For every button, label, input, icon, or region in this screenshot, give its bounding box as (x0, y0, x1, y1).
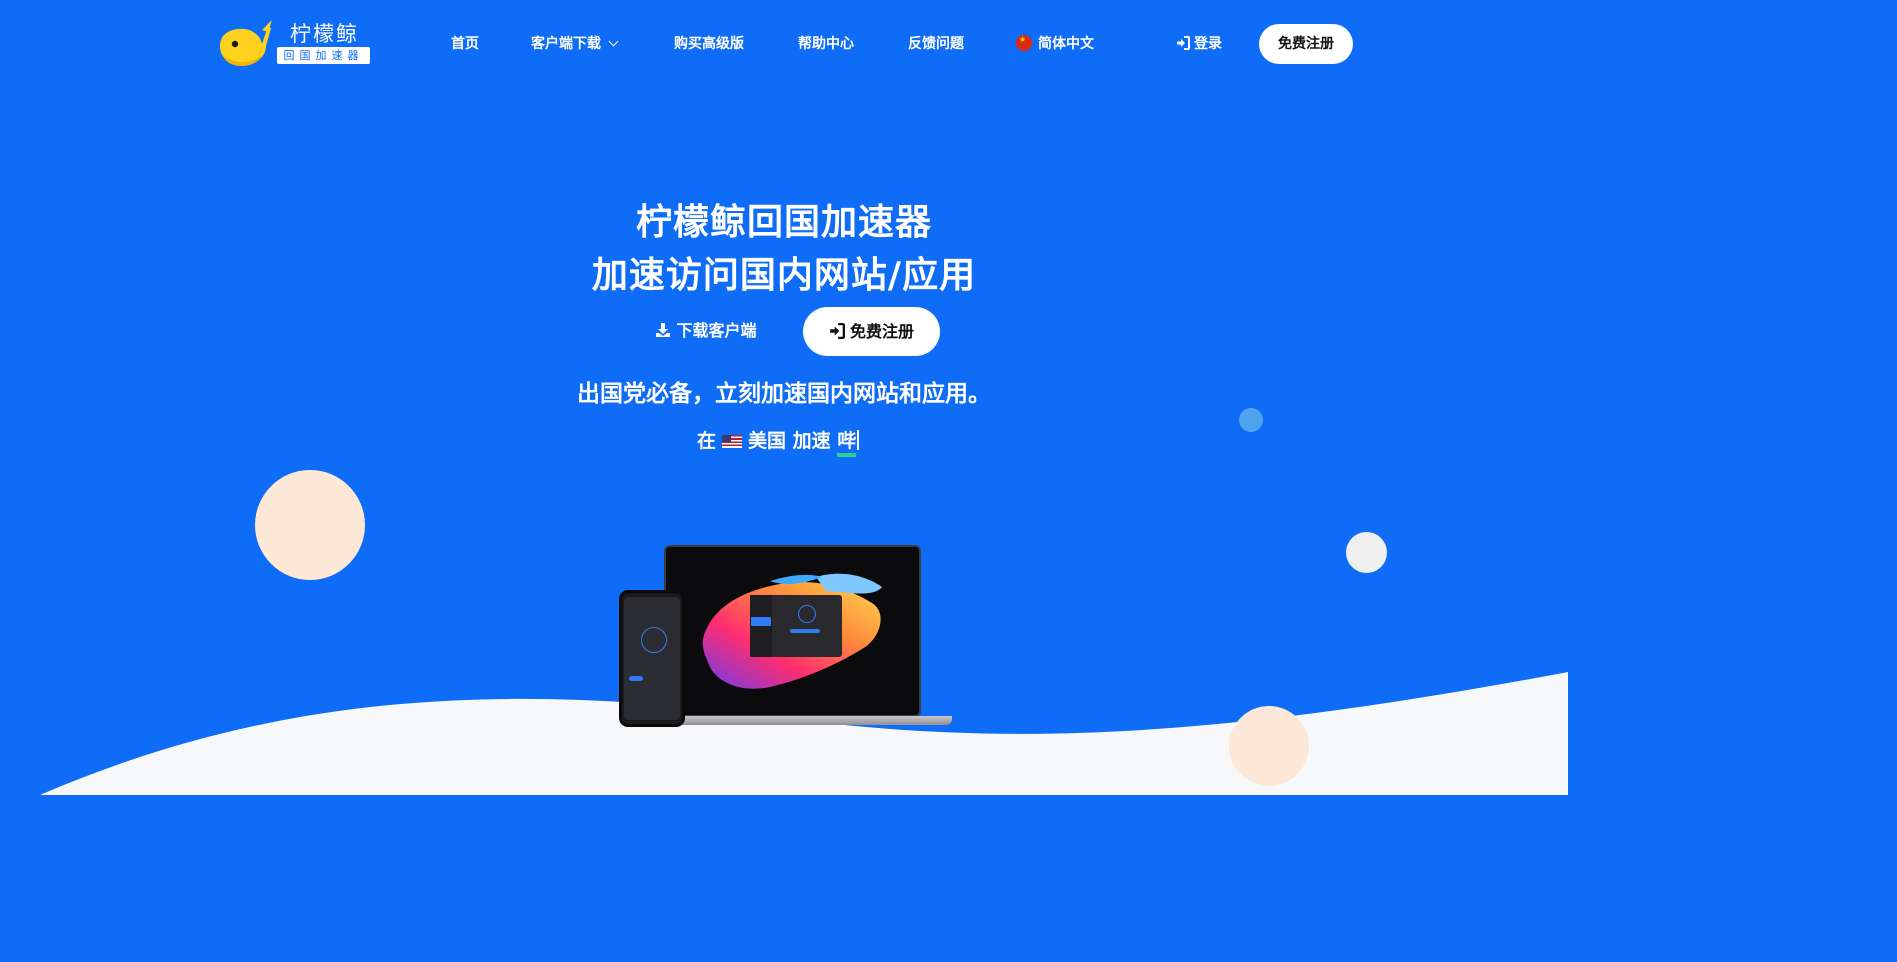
deco-circle-peach-left (255, 470, 365, 580)
nav-help-center[interactable]: 帮助中心 (798, 34, 854, 54)
nav-feedback[interactable]: 反馈问题 (908, 34, 964, 54)
nav-download-label: 客户端下载 (531, 36, 601, 52)
phone-mode-pill (629, 676, 643, 681)
nav-language-label: 简体中文 (1038, 36, 1094, 52)
download-client-button[interactable]: 下载客户端 (645, 316, 767, 346)
hero-title-line1: 柠檬鲸回国加速器 (635, 202, 932, 243)
deco-circle-peach-bottom (1229, 706, 1309, 786)
download-icon (656, 323, 671, 337)
typing-caret (857, 430, 860, 450)
typing-action: 加速 (792, 430, 831, 452)
phone-connect-ring (641, 627, 667, 653)
china-flag-icon (1016, 35, 1032, 51)
typing-line: 在 美国 加速 哔 (697, 426, 860, 457)
nav-download-dropdown[interactable]: 客户端下载 (531, 34, 619, 54)
phone-screen (624, 597, 680, 720)
landing-page: 柠檬鲸 回国加速器 首页 客户端下载 购买高级版 帮助中心 反馈问题 简体中文 … (0, 0, 1568, 795)
sign-in-icon (830, 323, 845, 339)
app-connect-ring (798, 605, 816, 623)
deco-circle-blue-small (1239, 408, 1263, 432)
hero-register-button[interactable]: 免费注册 (803, 307, 940, 356)
laptop-base (662, 716, 952, 725)
nav-home-label: 首页 (451, 36, 479, 52)
nav-buy-label: 购买高级版 (674, 36, 744, 52)
app-window-preview (750, 595, 842, 657)
typing-prefix: 在 (697, 430, 717, 452)
sign-in-icon (1177, 36, 1190, 50)
chevron-down-icon (608, 36, 619, 47)
nav-feedback-label: 反馈问题 (908, 36, 964, 52)
laptop-mockup (662, 545, 952, 727)
nav-login[interactable]: 登录 (1176, 34, 1222, 54)
hero-title-line2: 加速访问国内网站/应用 (591, 255, 977, 296)
nav-language-selector[interactable]: 简体中文 (1016, 34, 1094, 54)
nav-help-label: 帮助中心 (798, 36, 854, 52)
hero-register-label: 免费注册 (849, 322, 914, 341)
us-flag-icon (722, 435, 743, 448)
nav-login-label: 登录 (1194, 36, 1222, 52)
download-client-label: 下载客户端 (676, 321, 757, 340)
hero-slogan: 出国党必备，立刻加速国内网站和应用。 (577, 381, 991, 407)
app-sidebar-active (751, 617, 771, 626)
laptop-screen (664, 545, 921, 717)
typing-target: 哔 (837, 429, 857, 457)
nav-home[interactable]: 首页 (451, 34, 479, 54)
phone-mockup (619, 590, 685, 727)
app-action-bar (790, 629, 820, 633)
nav-buy-premium[interactable]: 购买高级版 (674, 34, 744, 54)
app-sidebar (750, 595, 772, 657)
deco-circle-grey (1346, 532, 1387, 573)
typing-country: 美国 (748, 430, 787, 452)
header-register-button[interactable]: 免费注册 (1259, 24, 1353, 64)
